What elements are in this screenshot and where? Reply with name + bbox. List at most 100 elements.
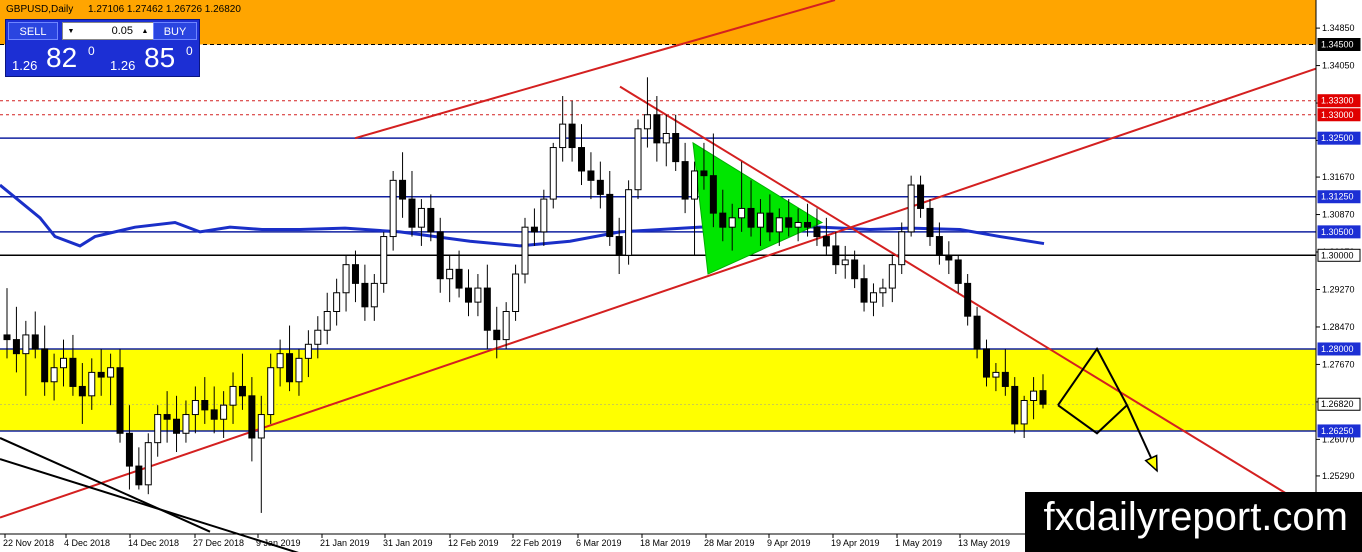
candle-body xyxy=(1001,371,1009,387)
candle-body xyxy=(982,348,990,378)
candle xyxy=(417,199,425,246)
candle-body xyxy=(69,357,77,387)
x-tick-label: 12 Feb 2019 xyxy=(448,538,499,548)
candle xyxy=(869,283,877,317)
watermark-text: fxdailyreport.com xyxy=(1043,495,1348,539)
candle-body xyxy=(107,367,115,378)
y-tick-label: 1.31670 xyxy=(1322,172,1355,182)
one-click-trading-panel: SELL ▼ 0.05 ▲ BUY 1.26 82 0 1.26 85 0 xyxy=(5,19,200,77)
candle xyxy=(653,96,661,162)
buy-price-fraction: 0 xyxy=(186,44,193,58)
candle xyxy=(3,288,11,359)
y-tick-label: 1.30870 xyxy=(1322,210,1355,220)
candle-body xyxy=(606,193,614,238)
chart-ohlc-readout: 1.27106 1.27462 1.26726 1.26820 xyxy=(88,4,241,15)
candle-body xyxy=(662,133,670,144)
x-tick-label: 4 Dec 2018 xyxy=(64,538,110,548)
trend-line-3 xyxy=(0,437,211,533)
candle-body xyxy=(898,231,906,266)
price-tag-1.33300: 1.33300 xyxy=(1317,94,1361,108)
candle xyxy=(851,250,859,289)
candle-body xyxy=(267,367,275,416)
lot-decrease-arrow-icon[interactable]: ▼ xyxy=(64,25,78,39)
price-tag-label: 1.31250 xyxy=(1321,192,1354,202)
candle xyxy=(964,274,972,326)
candle-body xyxy=(201,400,209,411)
candle-body xyxy=(351,264,359,284)
candle xyxy=(879,278,887,307)
x-tick-label: 19 Apr 2019 xyxy=(831,538,880,548)
candle-body xyxy=(173,418,181,434)
candle-body xyxy=(427,207,435,233)
y-tick-label: 1.29270 xyxy=(1322,284,1355,294)
price-tag-1.26250: 1.26250 xyxy=(1317,424,1361,438)
candle-body xyxy=(766,212,774,233)
candle-body xyxy=(248,395,256,439)
price-tag-1.28000: 1.28000 xyxy=(1317,342,1361,356)
candle-body xyxy=(728,217,736,228)
candle xyxy=(408,170,416,237)
buy-button[interactable]: BUY xyxy=(153,22,197,40)
lot-size-input[interactable]: ▼ 0.05 ▲ xyxy=(62,22,154,40)
candle xyxy=(822,217,830,256)
candle-body xyxy=(615,236,623,256)
candle xyxy=(643,77,651,148)
price-tag-1.30500: 1.30500 xyxy=(1317,225,1361,239)
candle-body xyxy=(304,343,312,359)
buy-quote[interactable]: 1.26 85 0 xyxy=(106,42,200,76)
candle-body xyxy=(483,287,491,331)
candle-body xyxy=(945,254,953,261)
projection-arrow-head xyxy=(1144,454,1158,473)
candle-body xyxy=(643,114,651,130)
candle-body xyxy=(78,385,86,397)
sell-quote[interactable]: 1.26 82 0 xyxy=(8,42,102,76)
candle xyxy=(333,278,341,326)
candle-body xyxy=(276,353,284,369)
x-tick-label: 28 Mar 2019 xyxy=(704,538,755,548)
price-tag-1.34500: 1.34500 xyxy=(1317,38,1361,51)
candle-body xyxy=(210,409,218,420)
candle-body xyxy=(1030,390,1038,402)
x-tick-label: 22 Nov 2018 xyxy=(3,538,54,548)
candle xyxy=(681,142,689,214)
sell-button[interactable]: SELL xyxy=(8,22,58,40)
candle-body xyxy=(700,170,708,177)
x-tick-label: 21 Jan 2019 xyxy=(320,538,370,548)
candle-body xyxy=(992,371,1000,378)
candle xyxy=(662,114,670,167)
candle xyxy=(483,264,491,349)
x-tick-label: 13 May 2019 xyxy=(958,538,1010,548)
candle xyxy=(596,161,604,209)
sell-price-prefix: 1.26 xyxy=(12,58,38,73)
candle-body xyxy=(502,311,510,341)
candle xyxy=(323,292,331,345)
candle xyxy=(389,170,397,251)
x-tick-label: 18 Mar 2019 xyxy=(640,538,691,548)
candle-body xyxy=(389,179,397,238)
candle xyxy=(926,199,934,246)
candle xyxy=(502,302,510,349)
candle xyxy=(907,175,915,237)
candle-body xyxy=(747,207,755,228)
lot-increase-arrow-icon[interactable]: ▲ xyxy=(138,25,152,39)
candle-body xyxy=(804,222,812,228)
price-tag-label: 1.26820 xyxy=(1321,399,1354,409)
candle-body xyxy=(88,371,96,397)
candle-body xyxy=(756,212,764,228)
candle-body xyxy=(125,432,133,467)
y-tick-label: 1.27670 xyxy=(1322,359,1355,369)
candle-body xyxy=(596,179,604,195)
candle xyxy=(549,142,557,209)
candle xyxy=(615,217,623,275)
price-chart: 1.348501.340501.332501.324501.316701.308… xyxy=(0,0,1362,552)
candle-body xyxy=(549,147,557,200)
candle-body xyxy=(860,278,868,303)
price-tag-label: 1.32500 xyxy=(1321,133,1354,143)
candle-body xyxy=(888,264,896,289)
candle-body xyxy=(709,175,717,214)
candle-body xyxy=(229,385,237,406)
candle xyxy=(144,433,152,495)
candle xyxy=(69,334,77,396)
candle xyxy=(898,222,906,275)
candle-body xyxy=(370,282,378,308)
